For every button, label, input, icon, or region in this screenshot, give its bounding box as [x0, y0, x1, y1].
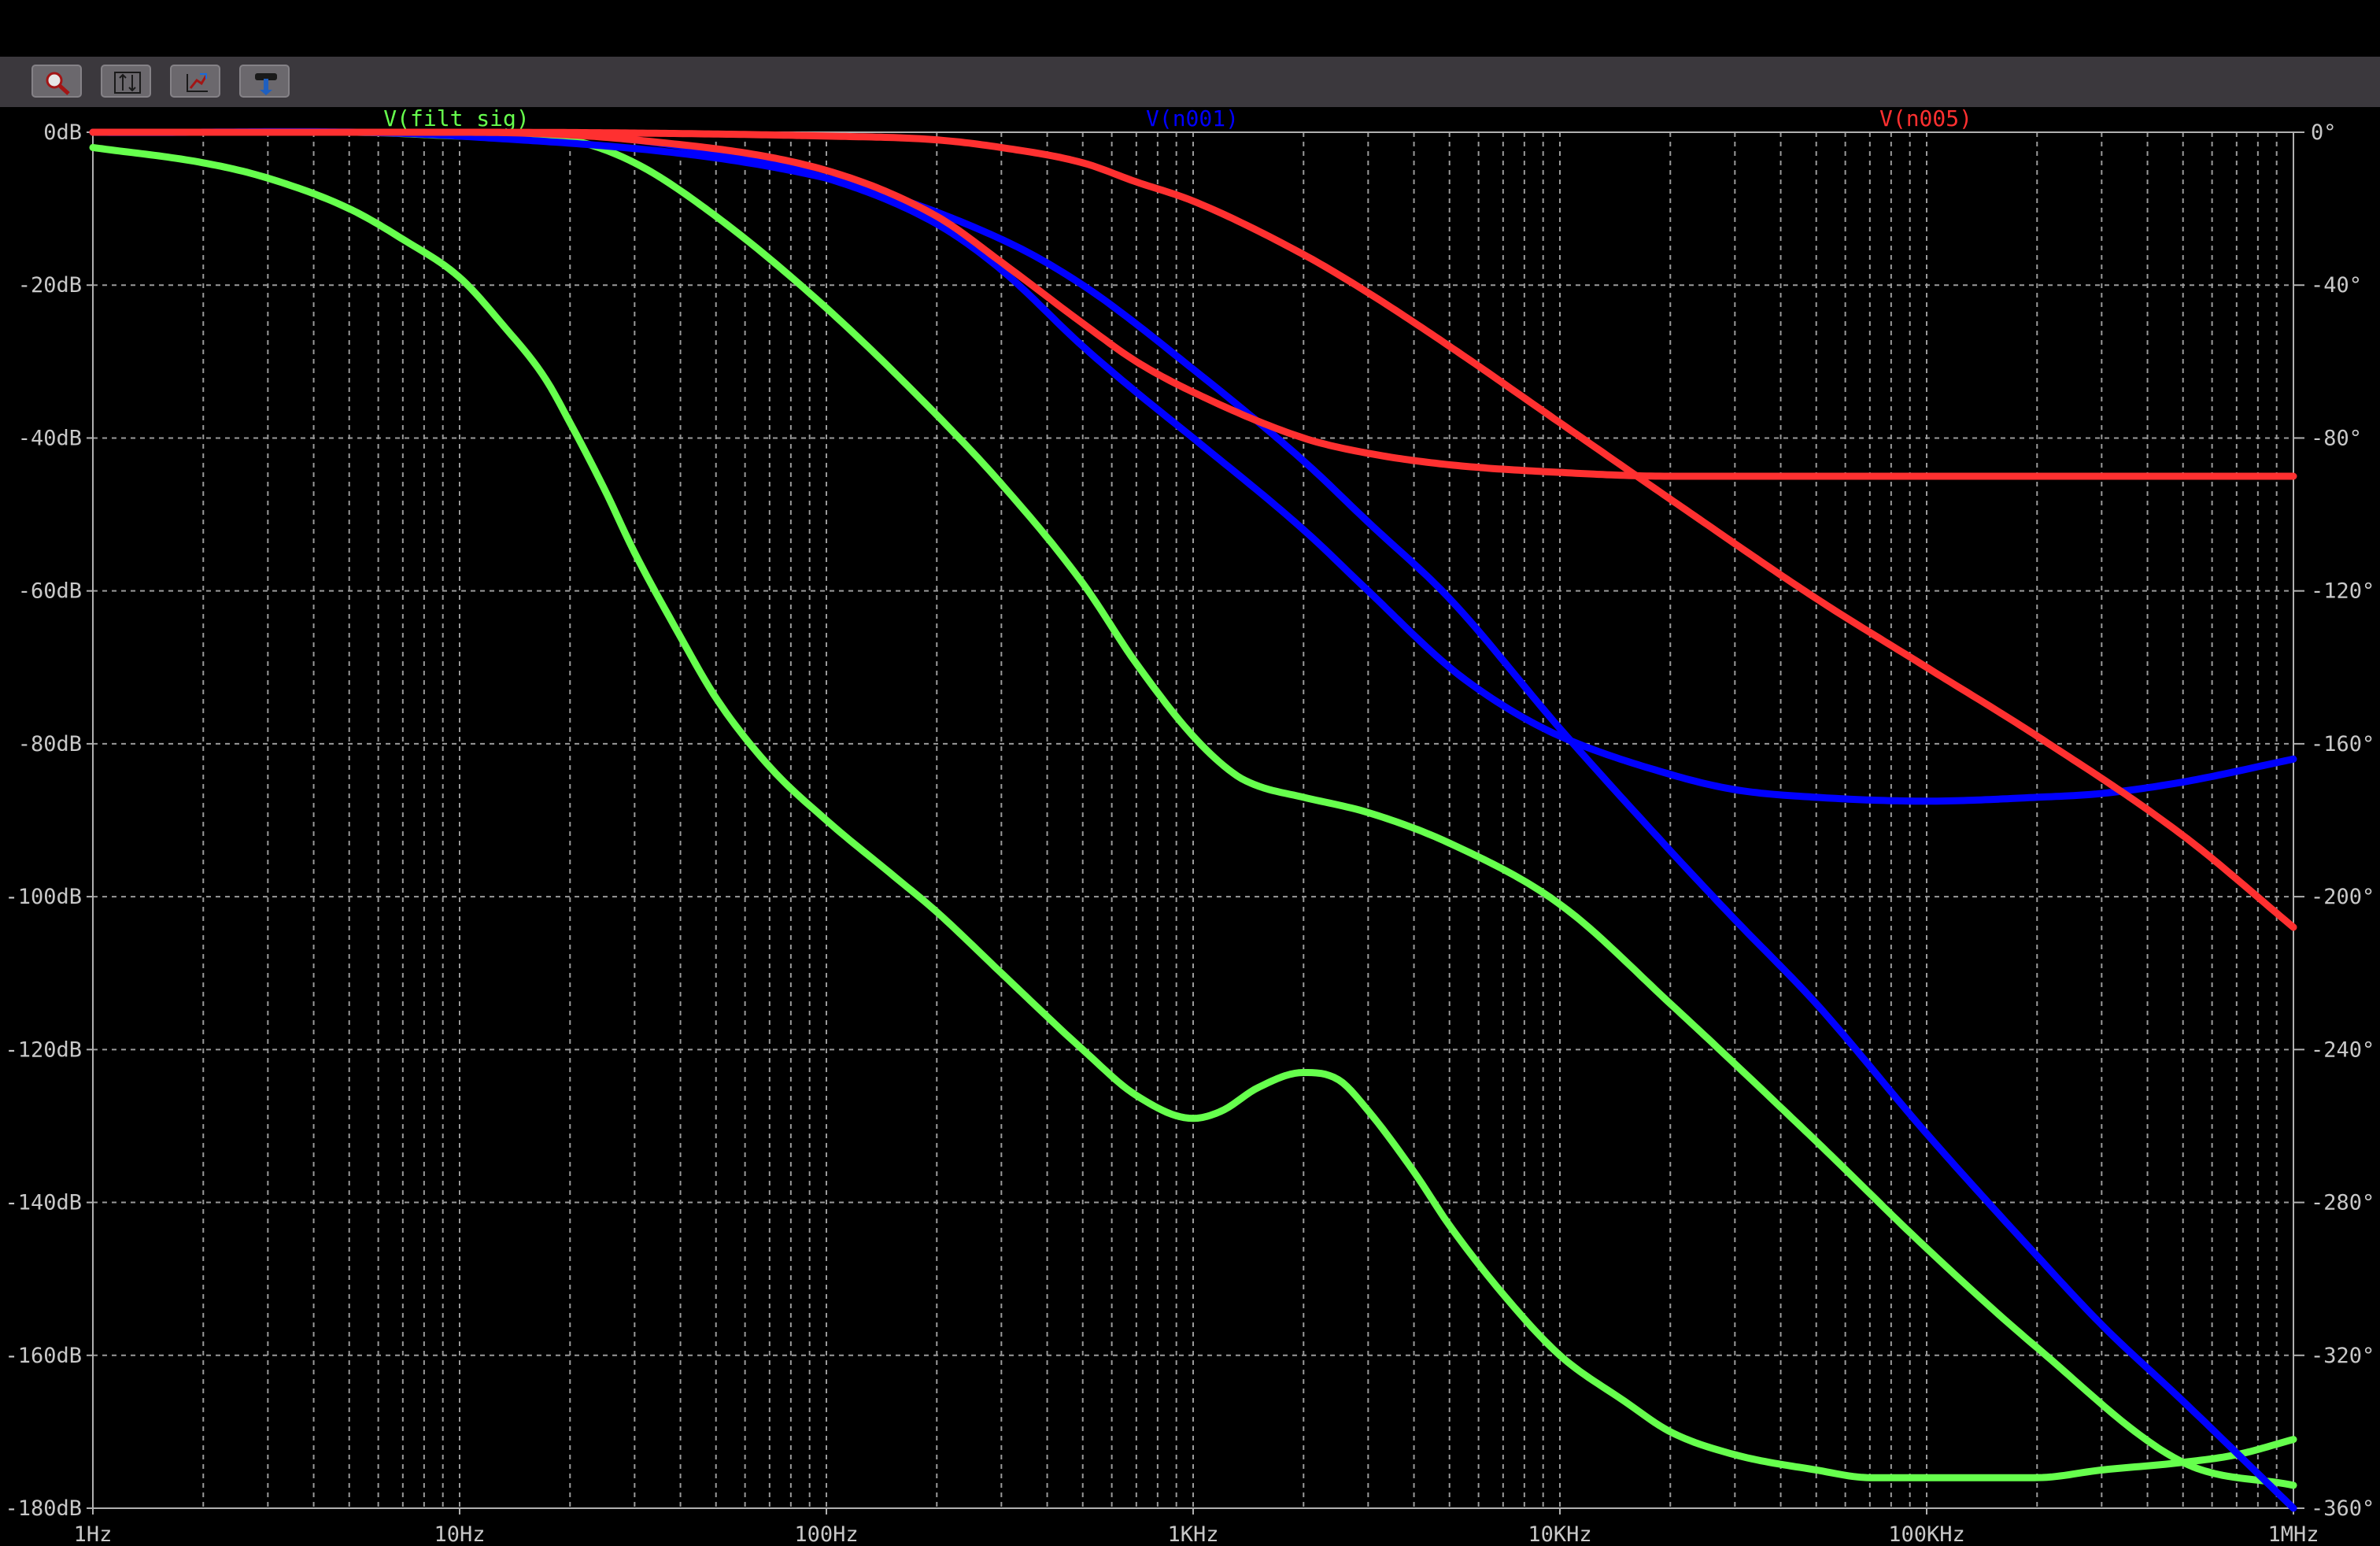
y-tick-label: 0dB [43, 120, 82, 145]
y-tick-label: -20dB [18, 273, 82, 298]
x-tick-label: 1MHz [2267, 1522, 2319, 1546]
bode-plot[interactable]: 1Hz 10Hz 100Hz 1KHz 10KHz 100KHz 1MHz 0dB -20dB -… [0, 107, 2380, 1546]
y2-tick-label: -160° [2311, 732, 2374, 756]
zoom-icon [46, 72, 70, 95]
y-tick-label: -80dB [18, 732, 82, 756]
y-tick-label: -60dB [18, 579, 82, 604]
y-tick-label: -100dB [5, 885, 82, 909]
window-title-bar [0, 0, 2380, 57]
y2-tick-label: -80° [2311, 426, 2362, 450]
autorange-y-button[interactable] [101, 65, 151, 98]
y-tick-label: -40dB [18, 426, 82, 450]
y2-tick-label: -360° [2311, 1496, 2374, 1521]
zoom-button[interactable] [31, 65, 82, 98]
x-tick-label: 1Hz [74, 1522, 113, 1546]
zoom-previous-icon [187, 73, 208, 92]
x-tick-label: 10Hz [434, 1522, 485, 1546]
legend-entry: V(n001) [1146, 107, 1239, 131]
y-tick-label: -140dB [5, 1191, 82, 1215]
plot-frame [92, 131, 2294, 1509]
plot-toolbar [0, 57, 2380, 107]
y-tick-label: -160dB [5, 1344, 82, 1368]
series-line-v-n001-phase [89, 128, 2297, 1512]
y2-tick-label: -240° [2311, 1037, 2374, 1062]
autorange-y-icon [114, 72, 141, 94]
legend-entry: V(filt_sig) [383, 107, 529, 132]
y2-tick-label: -40° [2311, 273, 2362, 298]
y2-tick-label: -120° [2311, 579, 2374, 604]
y-tick-label: -180dB [5, 1496, 82, 1521]
x-tick-label: 10KHz [1528, 1522, 1591, 1546]
zoom-previous-button[interactable] [170, 65, 220, 98]
pan-button[interactable] [239, 65, 290, 98]
plot-grid [93, 132, 2293, 1508]
legend-entry: V(n005) [1879, 107, 1972, 131]
y2-tick-label: -200° [2311, 885, 2374, 909]
pan-icon [255, 73, 277, 95]
y2-tick-label: 0° [2311, 120, 2337, 145]
x-tick-label: 100Hz [794, 1522, 858, 1546]
y2-tick-label: -320° [2311, 1344, 2374, 1368]
x-tick-label: 1KHz [1167, 1522, 1218, 1546]
x-tick-label: 100KHz [1888, 1522, 1965, 1546]
plot-series [89, 128, 2297, 1512]
y2-tick-label: -280° [2311, 1191, 2374, 1215]
y-tick-label: -120dB [5, 1037, 82, 1062]
plot-legend: V(filt_sig) V(n001) V(n005) [383, 107, 1972, 132]
